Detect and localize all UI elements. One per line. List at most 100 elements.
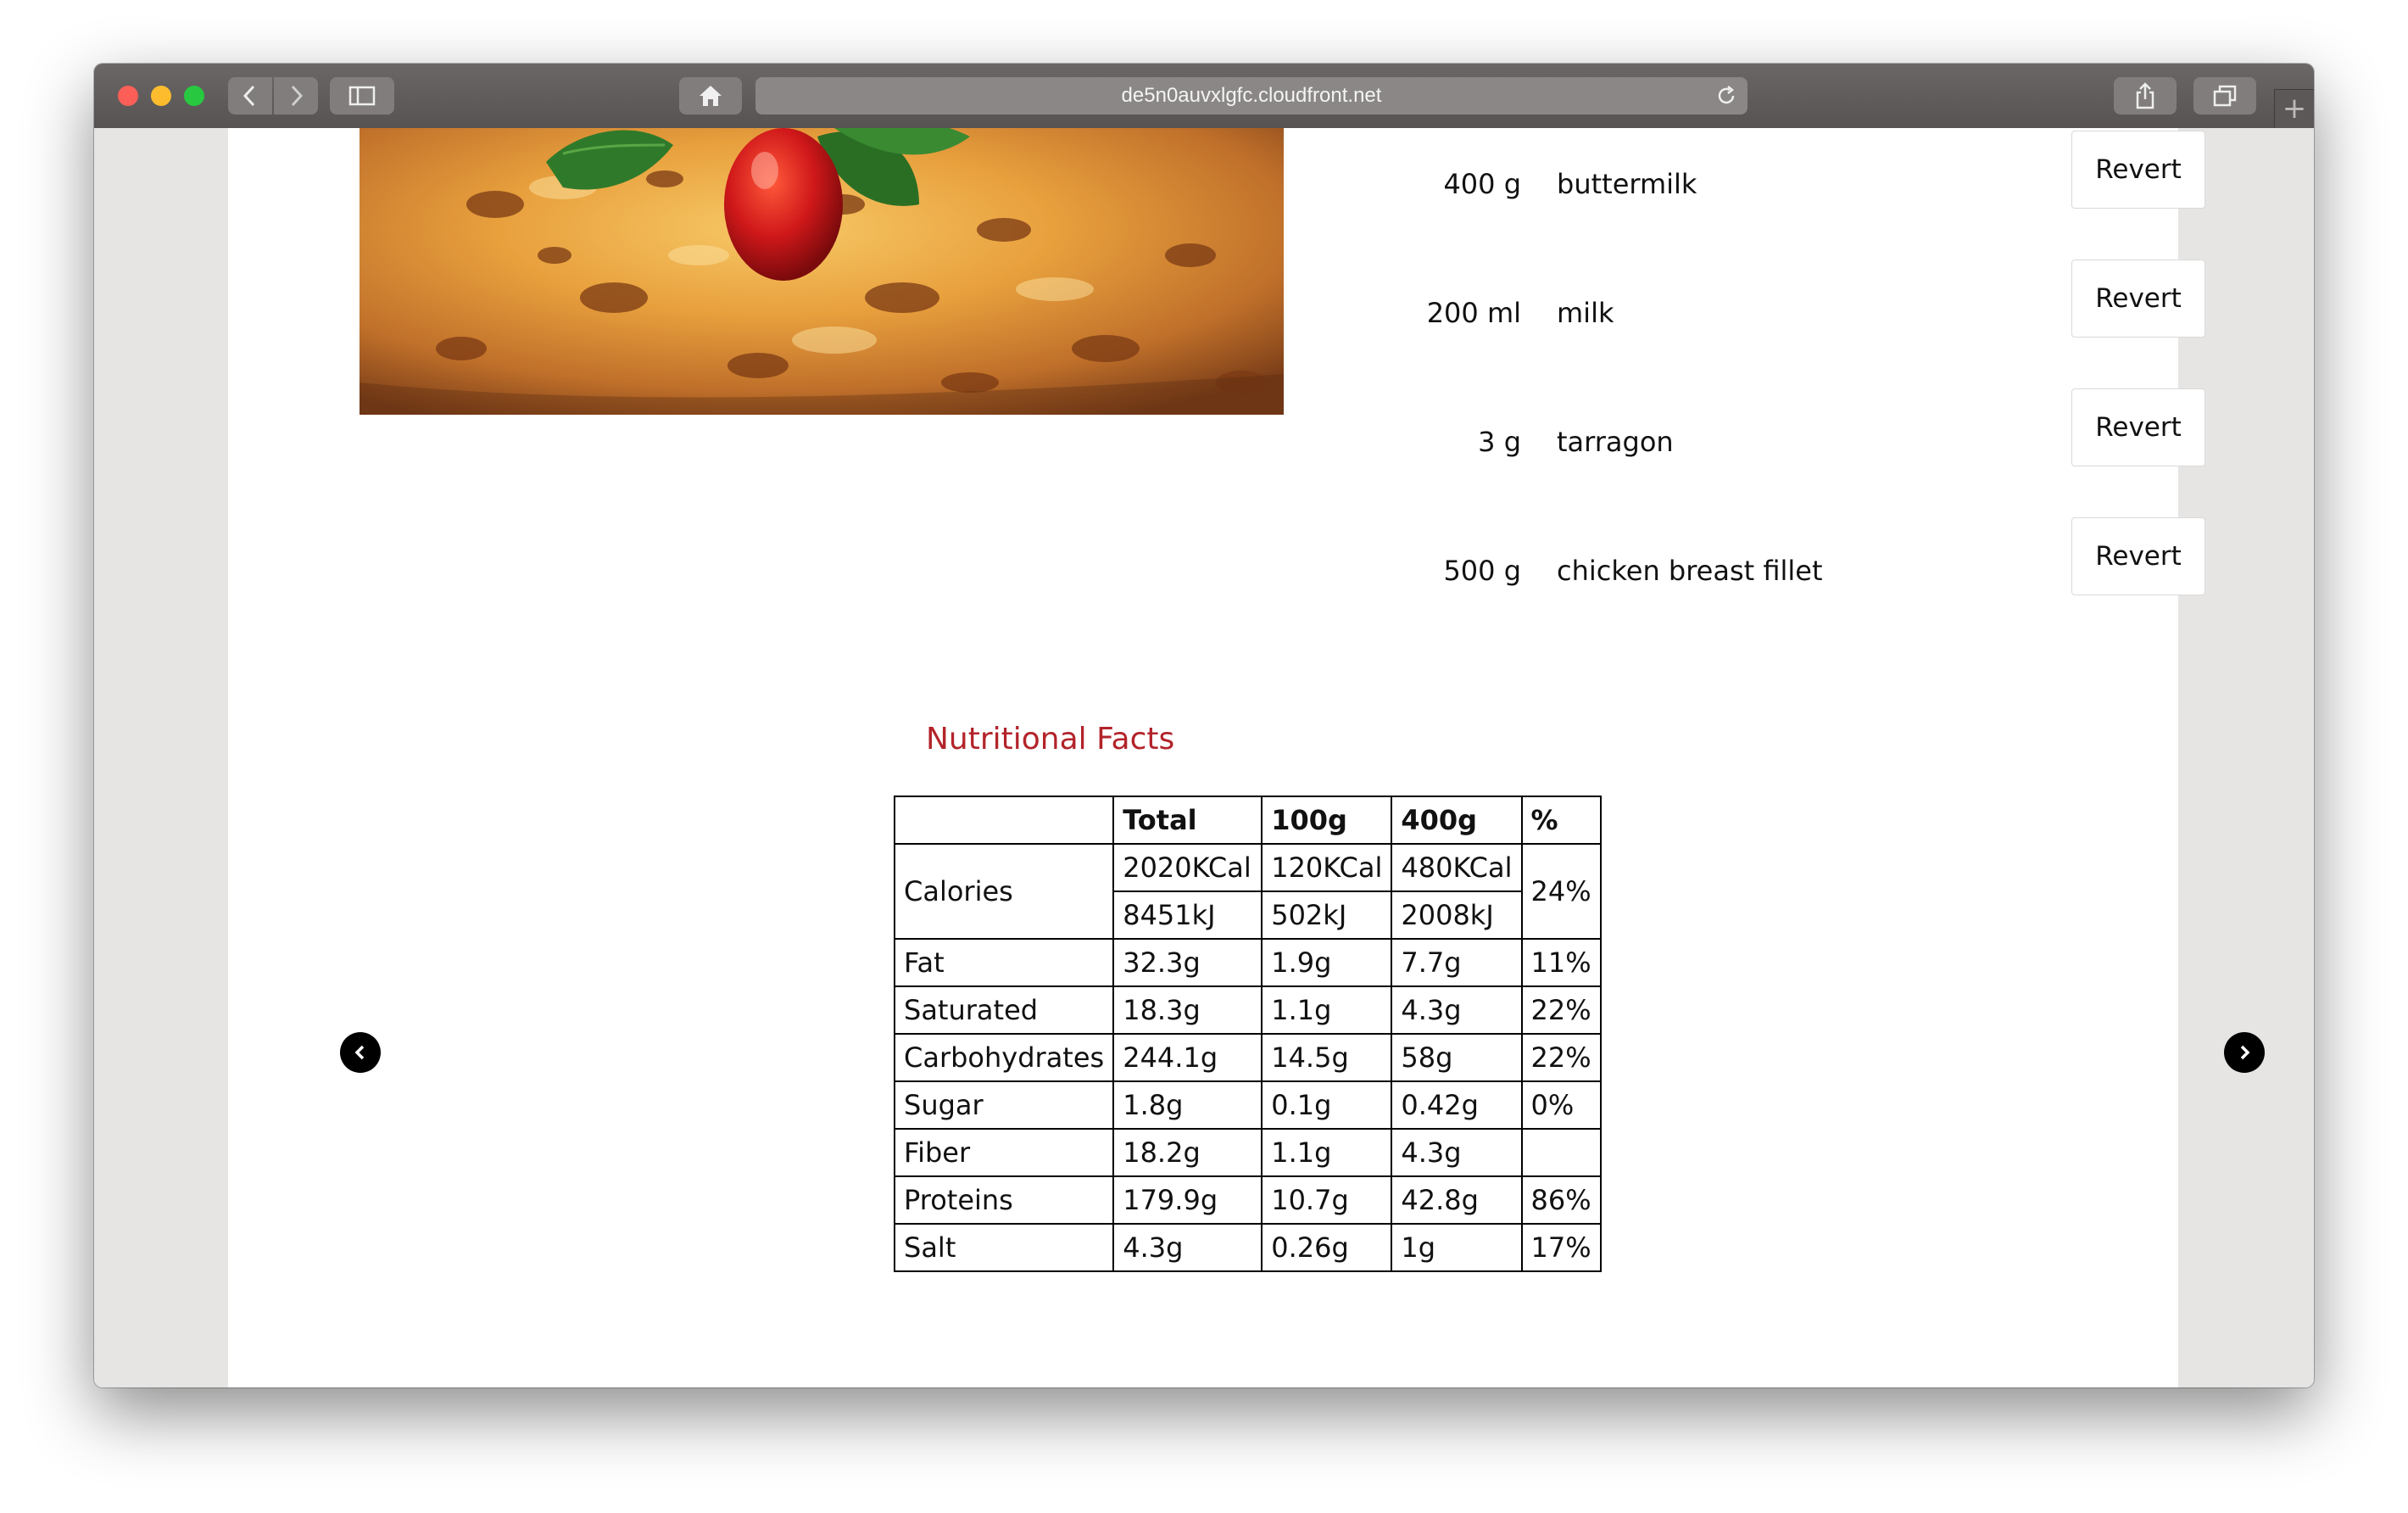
table-row: Salt 4.3g 0.26g 1g 17% [893, 1223, 1602, 1272]
tab-overview-button[interactable] [2193, 77, 2256, 114]
chevron-right-circle-icon [2240, 1045, 2250, 1060]
table-cell: 2020KCal [1112, 843, 1263, 892]
ingredient-name: milk [1557, 297, 1614, 329]
browser-toolbar: de5n0auvxlgfc.cloudfront.net + [94, 64, 2314, 129]
address-bar[interactable]: de5n0auvxlgfc.cloudfront.net [755, 77, 1747, 114]
ingredient-quantity: 400 g [1443, 168, 1521, 200]
chevron-left-icon [242, 85, 255, 107]
header-cell: 100g [1261, 796, 1393, 845]
table-cell: 24% [1520, 843, 1602, 940]
revert-button[interactable]: Revert [2071, 260, 2205, 338]
nutrition-title: Nutritional Facts [926, 722, 1175, 756]
reload-icon[interactable] [1715, 85, 1737, 107]
carousel-next-button[interactable] [2224, 1032, 2265, 1073]
carousel-prev-button[interactable] [340, 1032, 381, 1073]
home-button[interactable] [679, 77, 742, 114]
table-row: Fat 32.3g 1.9g 7.7g 11% [893, 938, 1602, 987]
table-cell: 42.8g [1391, 1175, 1523, 1225]
browser-viewport: 400 g buttermilk Revert 200 ml milk Reve… [94, 128, 2314, 1387]
table-cell: 8451kJ [1112, 890, 1263, 940]
table-cell: 1.1g [1261, 985, 1393, 1035]
nutrition-table: Total 100g 400g % Calories 2020KCal 120K… [893, 796, 1602, 1272]
table-cell: 502kJ [1261, 890, 1393, 940]
table-cell: 1.1g [1261, 1128, 1393, 1177]
table-cell: 480KCal [1391, 843, 1523, 892]
table-cell: 7.7g [1391, 938, 1523, 987]
table-cell: 0.1g [1261, 1080, 1393, 1130]
table-row: Saturated 18.3g 1.1g 4.3g 22% [893, 985, 1602, 1035]
ingredient-quantity: 3 g [1478, 426, 1521, 458]
chevron-right-icon [291, 85, 304, 107]
tabs-icon [2213, 85, 2237, 107]
new-tab-button[interactable]: + [2274, 89, 2314, 129]
sidebar-toggle-button[interactable] [330, 77, 394, 114]
row-label: Proteins [893, 1175, 1115, 1225]
table-cell: 14.5g [1261, 1033, 1393, 1082]
table-cell: 0% [1520, 1080, 1602, 1130]
table-cell: 10.7g [1261, 1175, 1393, 1225]
table-cell: 11% [1520, 938, 1602, 987]
row-label: Salt [893, 1223, 1115, 1272]
table-cell: 32.3g [1112, 938, 1263, 987]
table-cell: 18.2g [1112, 1128, 1263, 1177]
table-cell: 17% [1520, 1223, 1602, 1272]
table-cell: 22% [1520, 1033, 1602, 1082]
table-row: Fiber 18.2g 1.1g 4.3g [893, 1128, 1602, 1177]
share-button[interactable] [2114, 77, 2177, 114]
row-label: Sugar [893, 1080, 1115, 1130]
table-cell: 1g [1391, 1223, 1523, 1272]
share-icon [2136, 82, 2154, 109]
table-cell [1520, 1128, 1602, 1177]
table-cell: 0.42g [1391, 1080, 1523, 1130]
url-text: de5n0auvxlgfc.cloudfront.net [1121, 84, 1382, 107]
row-label: Calories [893, 843, 1115, 940]
header-cell [893, 796, 1115, 845]
table-cell: 4.3g [1391, 1128, 1523, 1177]
ingredient-quantity: 200 ml [1426, 297, 1521, 329]
ingredient-name: tarragon [1557, 426, 1674, 458]
ingredient-row: 500 g chicken breast fillet Revert [228, 515, 2205, 600]
table-cell: 22% [1520, 985, 1602, 1035]
browser-window: de5n0auvxlgfc.cloudfront.net + 400 g but… [94, 64, 2314, 1387]
ingredient-name: chicken breast fillet [1557, 555, 1823, 587]
row-label: Carbohydrates [893, 1033, 1115, 1082]
table-row: Sugar 1.8g 0.1g 0.42g 0% [893, 1080, 1602, 1130]
row-label: Saturated [893, 985, 1115, 1035]
table-cell: 1.8g [1112, 1080, 1263, 1130]
table-cell: 4.3g [1112, 1223, 1263, 1272]
ingredient-row: 3 g tarragon Revert [228, 386, 2205, 471]
table-cell: 179.9g [1112, 1175, 1263, 1225]
table-cell: 244.1g [1112, 1033, 1263, 1082]
back-button[interactable] [228, 77, 272, 114]
table-row: Calories 2020KCal 120KCal 480KCal 24% [893, 843, 1602, 940]
table-cell: 2008kJ [1391, 890, 1523, 940]
ingredient-row: 400 g buttermilk Revert [228, 128, 2205, 213]
zoom-window-button[interactable] [184, 86, 204, 106]
table-cell: 18.3g [1112, 985, 1263, 1035]
table-cell: 58g [1391, 1033, 1523, 1082]
header-cell: Total [1112, 796, 1263, 845]
close-window-button[interactable] [118, 86, 138, 106]
recipe-page: 400 g buttermilk Revert 200 ml milk Reve… [228, 128, 2265, 1387]
minimize-window-button[interactable] [151, 86, 171, 106]
row-label: Fat [893, 938, 1115, 987]
table-cell: 86% [1520, 1175, 1602, 1225]
revert-button[interactable]: Revert [2071, 131, 2205, 209]
revert-button[interactable]: Revert [2071, 388, 2205, 466]
ingredient-name: buttermilk [1557, 168, 1697, 200]
ingredient-quantity: 500 g [1443, 555, 1521, 587]
revert-button[interactable]: Revert [2071, 517, 2205, 595]
forward-button[interactable] [274, 77, 318, 114]
table-cell: 1.9g [1261, 938, 1393, 987]
table-cell: 120KCal [1261, 843, 1393, 892]
table-header-row: Total 100g 400g % [893, 796, 1602, 845]
sidebar-icon [348, 86, 376, 106]
chevron-left-circle-icon [354, 1045, 365, 1060]
home-icon [700, 86, 722, 106]
row-label: Fiber [893, 1128, 1115, 1177]
table-row: Proteins 179.9g 10.7g 42.8g 86% [893, 1175, 1602, 1225]
header-cell: 400g [1391, 796, 1523, 845]
ingredient-row: 200 ml milk Revert [228, 257, 2205, 342]
table-row: Carbohydrates 244.1g 14.5g 58g 22% [893, 1033, 1602, 1082]
table-cell: 0.26g [1261, 1223, 1393, 1272]
